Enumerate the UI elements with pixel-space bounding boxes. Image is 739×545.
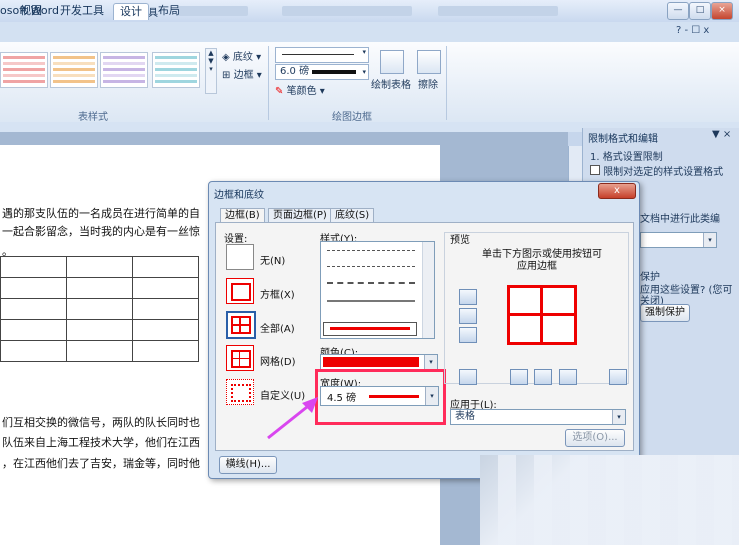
task-pane-title: 限制格式和编辑 xyxy=(588,134,658,145)
border-preview[interactable] xyxy=(507,285,577,345)
doc-line: 一起合影留念，当时我的内心是有一丝惊 xyxy=(2,225,200,238)
blurred-tab xyxy=(178,6,248,16)
group-draw-borders-label: 绘图边框 xyxy=(332,112,372,123)
diagonal-down-button[interactable] xyxy=(609,369,627,385)
line-style-option[interactable] xyxy=(327,282,415,284)
table-style-swatch[interactable] xyxy=(152,52,200,88)
setting-all[interactable]: 全部(A) xyxy=(260,320,295,335)
preview-hint-2: 应用边框 xyxy=(517,261,557,272)
pen-color-button[interactable]: ✎ 笔颜色 ▾ xyxy=(275,82,325,97)
table-style-swatch[interactable] xyxy=(0,52,48,88)
draw-table-button[interactable]: 绘制表格 xyxy=(371,76,411,91)
line-style-option[interactable] xyxy=(327,300,415,302)
inside-h-border-button[interactable] xyxy=(459,308,477,324)
dialog-close-button[interactable]: x xyxy=(598,183,636,199)
setting-none[interactable]: 无(N) xyxy=(260,252,285,267)
pen-icon: ✎ xyxy=(275,86,284,97)
pane-step1: 1. 格式设置限制 xyxy=(590,152,663,163)
setting-box-icon[interactable] xyxy=(226,278,254,304)
highlight-box xyxy=(315,369,446,425)
erase-button[interactable]: 擦除 xyxy=(418,76,438,91)
line-style-selected[interactable] xyxy=(323,322,417,336)
setting-grid[interactable]: 网格(D) xyxy=(260,353,296,368)
maximize-button[interactable]: □ xyxy=(689,2,711,20)
blurred-region xyxy=(480,455,739,545)
horizontal-line-button[interactable]: 横线(H)... xyxy=(219,456,277,474)
blurred-tab xyxy=(438,6,558,16)
doc-line: 遇的那支队伍的一名成员在进行简单的自 xyxy=(2,207,200,220)
dialog-title: 边框和底纹 xyxy=(214,190,264,201)
annotation-arrow-icon xyxy=(267,397,318,440)
pane-select[interactable]: ▾ xyxy=(640,232,717,248)
pane-menu-icon[interactable]: ▼ × xyxy=(712,129,731,140)
doc-line: 队伍来自上海工程技术大学，他们在江西 xyxy=(2,436,200,449)
tab-design[interactable]: 设计 xyxy=(113,3,149,20)
options-button[interactable]: 选项(O)... xyxy=(565,429,625,447)
diagonal-up-button[interactable] xyxy=(459,369,477,385)
left-border-button[interactable] xyxy=(510,369,528,385)
line-style-option[interactable] xyxy=(327,250,415,251)
right-border-button[interactable] xyxy=(559,369,577,385)
setting-box[interactable]: 方框(X) xyxy=(260,286,295,301)
group-separator xyxy=(446,46,447,120)
blurred-tab xyxy=(282,6,412,16)
table-style-swatch[interactable] xyxy=(100,52,148,88)
border-color-select[interactable]: ▾ xyxy=(320,354,438,370)
tab-shading[interactable]: 底纹(S) xyxy=(330,208,375,223)
tab-layout[interactable]: 布局 xyxy=(152,3,186,19)
pane-text: 文档中进行此类编 xyxy=(640,214,720,225)
inside-v-border-button[interactable] xyxy=(534,369,552,385)
document-table[interactable] xyxy=(0,256,199,362)
bottom-border-button[interactable] xyxy=(459,327,477,343)
enforce-protection-button[interactable]: 强制保护 xyxy=(640,304,690,322)
tab-page-border[interactable]: 页面边框(P) xyxy=(268,208,332,223)
apply-to-select[interactable]: 表格 ▾ xyxy=(450,409,626,425)
group-separator xyxy=(268,46,269,120)
checkbox-icon[interactable] xyxy=(590,165,600,175)
help-icon[interactable]: ? - ☐ x xyxy=(676,25,709,36)
line-style-list[interactable] xyxy=(320,241,435,339)
ribbon-tabs xyxy=(0,22,739,42)
setting-grid-icon[interactable] xyxy=(226,345,254,371)
style-list-scrollbar[interactable] xyxy=(422,242,434,338)
pane-checkbox-row[interactable]: 限制对选定的样式设置格式 xyxy=(590,163,723,178)
setting-none-icon[interactable] xyxy=(226,244,254,270)
setting-custom-icon[interactable] xyxy=(226,379,254,405)
chevron-down-icon[interactable]: ▾ xyxy=(424,355,437,369)
group-table-styles-label: 表样式 xyxy=(78,112,108,123)
doc-line: 们互相交换的微信号，两队的队长同时也 xyxy=(2,416,200,429)
top-border-button[interactable] xyxy=(459,289,477,305)
minimize-button[interactable]: — xyxy=(667,2,689,20)
settings-label: 设置: xyxy=(224,234,248,245)
line-style-option[interactable] xyxy=(327,266,415,267)
shading-icon: ◈ xyxy=(222,52,230,63)
line-width-select[interactable]: 6.0 磅 ▾ xyxy=(275,64,369,80)
chevron-down-icon[interactable]: ▾ xyxy=(612,410,625,424)
tab-developer[interactable]: 开发工具 xyxy=(54,3,110,19)
eraser-icon[interactable] xyxy=(417,50,441,74)
borders-button[interactable]: ⊞ 边框 ▾ xyxy=(222,66,262,81)
style-gallery-scroll[interactable]: ▲ ▼ ▾ xyxy=(205,48,217,94)
setting-all-icon[interactable] xyxy=(226,311,256,339)
draw-table-icon[interactable] xyxy=(380,50,404,74)
line-style-select[interactable]: ▾ xyxy=(275,47,369,63)
doc-line: ，在江西他们去了吉安，瑞金等，同时他 xyxy=(2,457,200,470)
close-button[interactable]: × xyxy=(711,2,733,20)
borders-icon: ⊞ xyxy=(222,70,231,81)
shading-button[interactable]: ◈ 底纹 ▾ xyxy=(222,48,261,63)
table-style-swatch[interactable] xyxy=(50,52,98,88)
tab-view[interactable]: 视图 xyxy=(14,3,48,19)
